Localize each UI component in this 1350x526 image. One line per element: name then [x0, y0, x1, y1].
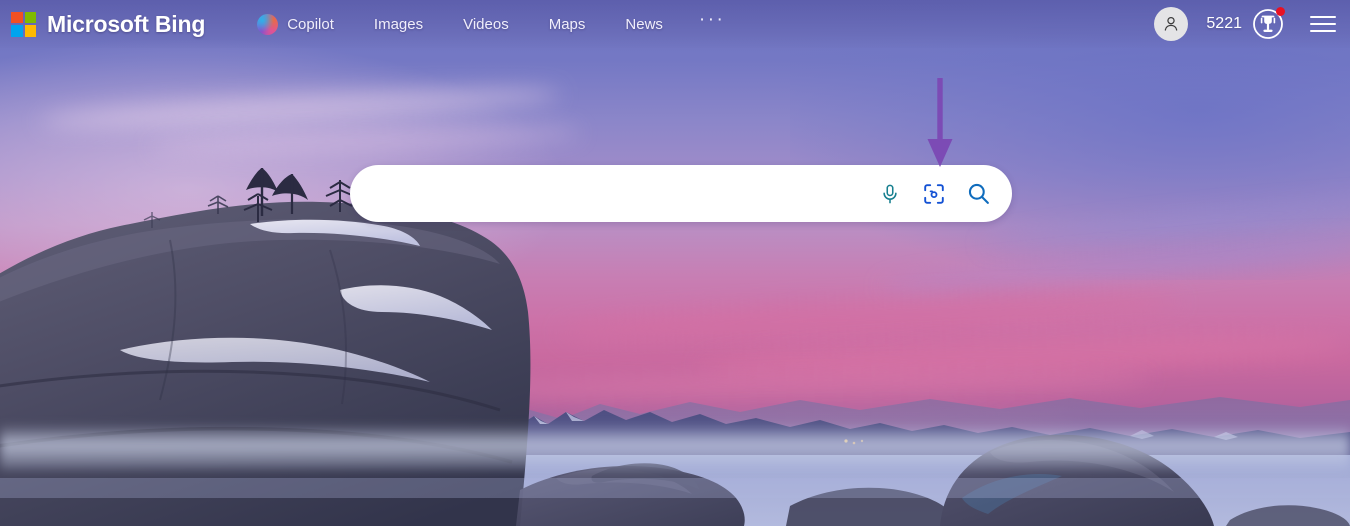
- nav-label-copilot: Copilot: [287, 15, 334, 33]
- search-input[interactable]: [364, 165, 872, 222]
- nav-item-news[interactable]: News: [605, 10, 683, 39]
- rewards-count: 5221: [1206, 15, 1242, 32]
- brand-title: Microsoft Bing: [47, 10, 206, 37]
- microphone-icon: [883, 184, 897, 203]
- nav-item-videos[interactable]: Videos: [443, 10, 529, 39]
- background-wallpaper: [0, 0, 1350, 526]
- nav-item-copilot[interactable]: Copilot: [243, 8, 354, 41]
- microphone-button[interactable]: [872, 176, 908, 212]
- water-mist: [0, 424, 1350, 470]
- avatar[interactable]: [1154, 7, 1189, 41]
- nav-item-images[interactable]: Images: [354, 10, 443, 39]
- hamburger-menu-icon[interactable]: [1310, 14, 1336, 34]
- nav-item-maps[interactable]: Maps: [529, 10, 606, 39]
- copilot-icon: [257, 13, 279, 35]
- search-submit-button[interactable]: [960, 176, 996, 212]
- microsoft-squares-icon: [11, 11, 36, 37]
- bing-logo-link[interactable]: Microsoft Bing: [11, 11, 205, 38]
- search-box: [350, 165, 1012, 222]
- search-actions: [872, 176, 996, 212]
- bing-homepage: Microsoft Bing Copilot Images Videos Map…: [0, 0, 1350, 526]
- rewards-trophy-icon: [1252, 7, 1285, 40]
- visual-search-button[interactable]: [916, 176, 952, 212]
- notification-dot: [1276, 7, 1285, 16]
- site-header: Microsoft Bing Copilot Images Videos Map…: [0, 0, 1350, 48]
- main-navigation: Copilot Images Videos Maps News ···: [243, 8, 741, 41]
- search-bar: [350, 165, 1012, 222]
- person-avatar-icon: [1165, 16, 1178, 31]
- search-magnifier-icon: [968, 183, 989, 204]
- header-right-cluster: 5221: [1154, 7, 1350, 41]
- rewards-button[interactable]: 5221: [1206, 7, 1285, 40]
- visual-search-camera-icon: [924, 183, 944, 204]
- more-menu-ellipsis-icon[interactable]: ···: [683, 10, 741, 35]
